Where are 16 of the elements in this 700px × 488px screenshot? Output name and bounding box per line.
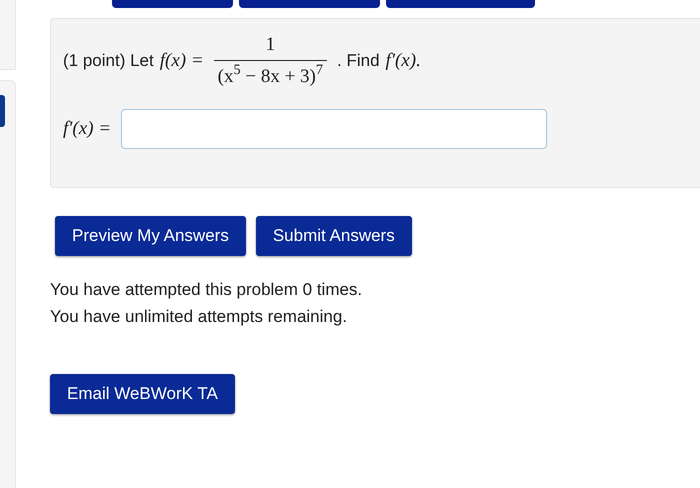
attempts-message: You have attempted this problem 0 times.	[50, 279, 364, 301]
attempts-message: You have unlimited attempts remaining.	[50, 306, 348, 328]
answer-label: f′(x) =	[63, 116, 112, 141]
math-expression: f(x) =	[160, 48, 204, 73]
problem-text: (1 point) Let	[63, 50, 154, 72]
nav-button[interactable]	[112, 0, 233, 8]
problem-text: . Find	[337, 50, 380, 72]
math-expression: f′(x).	[386, 48, 421, 73]
nav-button[interactable]	[386, 0, 535, 8]
sidebar-tab[interactable]	[0, 95, 5, 127]
fraction: 1 (x$^{5}$ − 8x + 3)$^{7}$	[214, 31, 328, 91]
answer-field[interactable]	[121, 109, 548, 149]
submit-button[interactable]: Submit Answers	[256, 216, 412, 256]
nav-button[interactable]	[239, 0, 380, 8]
submit-button[interactable]: Preview My Answers	[55, 216, 246, 256]
email-button[interactable]: Email WeBWorK TA	[50, 374, 235, 414]
